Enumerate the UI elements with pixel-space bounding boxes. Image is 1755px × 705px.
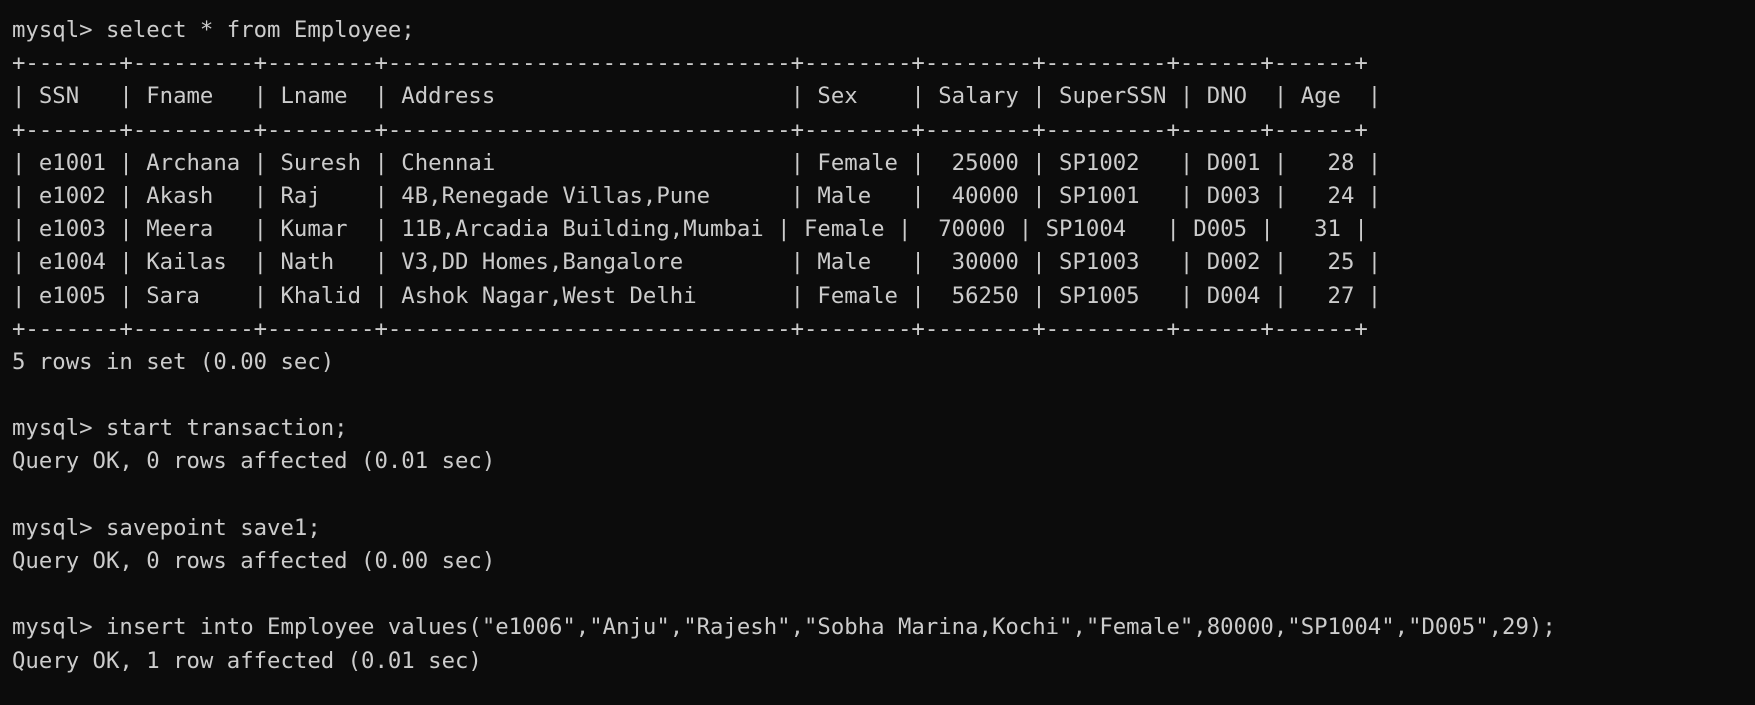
table-row: | e1001 | Archana | Suresh | Chennai | F… xyxy=(12,149,1382,176)
table-border-top: +-------+---------+--------+------------… xyxy=(12,50,1368,77)
query-ok-status: Query OK, 0 rows affected (0.00 sec) xyxy=(12,548,496,574)
table-row: | e1003 | Meera | Kumar | 11B,Arcadia Bu… xyxy=(12,216,1368,243)
prompt-insert-command: mysql> insert into Employee values("e100… xyxy=(12,614,1556,641)
table-header-row: | SSN | Fname | Lname | Address | Sex | … xyxy=(12,83,1382,110)
terminal-window[interactable]: mysql> select * from Employee; +-------+… xyxy=(0,0,1755,705)
table-row: | e1005 | Sara | Khalid | Ashok Nagar,We… xyxy=(12,282,1382,309)
query-ok-status: Query OK, 1 row affected (0.01 sec) xyxy=(12,647,482,674)
prompt-select-command: mysql> select * from Employee; xyxy=(12,17,415,43)
query-ok-status: Query OK, 0 rows affected (0.01 sec) xyxy=(12,448,496,475)
table-row: | e1004 | Kailas | Nath | V3,DD Homes,Ba… xyxy=(12,249,1382,276)
prompt-start-transaction-command: mysql> start transaction; xyxy=(12,415,348,442)
table-header-separator: +-------+---------+--------+------------… xyxy=(12,116,1368,143)
rows-in-set-status: 5 rows in set (0.00 sec) xyxy=(12,348,335,375)
prompt-savepoint-command: mysql> savepoint save1; xyxy=(12,514,321,541)
table-row: | e1002 | Akash | Raj | 4B,Renegade Vill… xyxy=(12,182,1382,209)
table-border-bottom: +-------+---------+--------+------------… xyxy=(12,315,1368,342)
